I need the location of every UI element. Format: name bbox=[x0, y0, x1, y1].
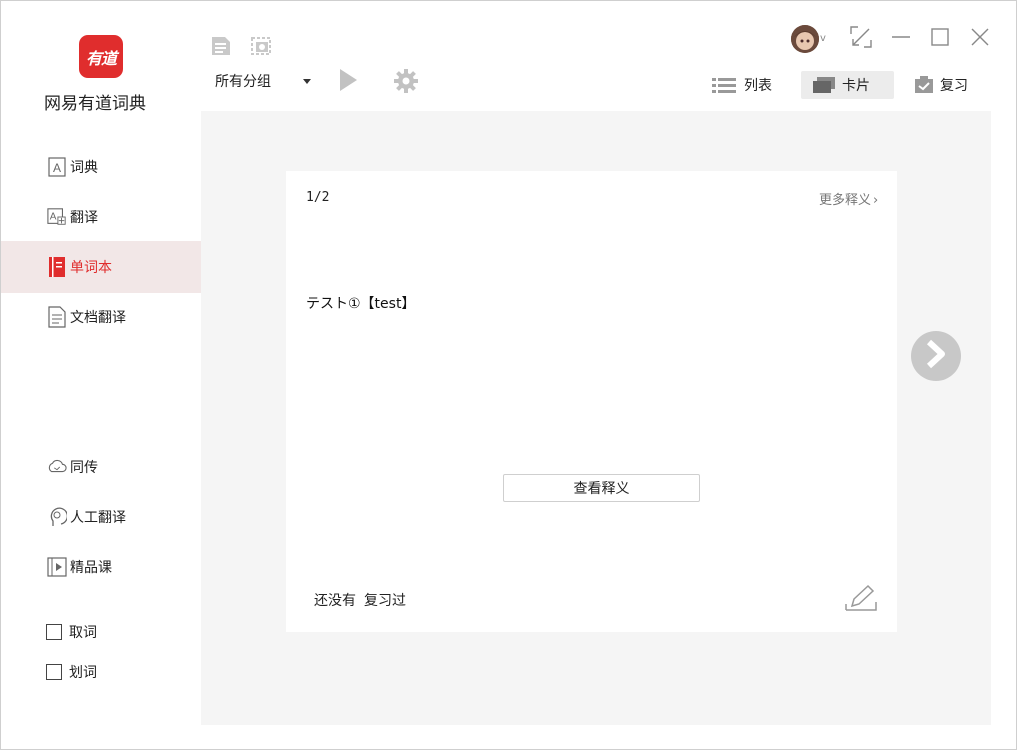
sidebar-item-label: 人工翻译 bbox=[70, 510, 126, 526]
review-button[interactable]: 复习 bbox=[914, 71, 968, 99]
sidebar-item-label: 文档翻译 bbox=[70, 310, 126, 326]
sidebar-item-wordbook[interactable]: 单词本 bbox=[1, 241, 201, 293]
avatar[interactable] bbox=[791, 25, 819, 53]
review-status-part2: 复习过 bbox=[364, 593, 406, 609]
sidebar-item-simultaneous[interactable]: 同传 bbox=[1, 442, 201, 492]
chevron-right-icon bbox=[924, 339, 948, 373]
wordbook-icon bbox=[47, 256, 67, 278]
close-icon[interactable] bbox=[968, 25, 992, 49]
course-icon bbox=[47, 556, 67, 578]
dictionary-icon: A bbox=[47, 156, 67, 178]
next-card-button[interactable] bbox=[911, 331, 961, 381]
word-pick-label: 取词 bbox=[69, 625, 97, 641]
screenshot-icon[interactable] bbox=[250, 34, 272, 56]
more-definitions-label: 更多释义 bbox=[819, 193, 872, 208]
simultaneous-interpret-icon bbox=[47, 456, 67, 478]
app-logo: 有道 bbox=[79, 35, 123, 78]
selection-lookup-label: 划词 bbox=[69, 665, 97, 681]
card-icon bbox=[812, 76, 836, 94]
app-title: 网易有道词典 bbox=[44, 94, 146, 114]
play-icon[interactable] bbox=[338, 68, 358, 92]
review-label: 复习 bbox=[940, 78, 968, 94]
word-pick-option[interactable]: 取词 bbox=[46, 622, 97, 642]
sidebar-item-label: 精品课 bbox=[70, 560, 112, 576]
gear-icon[interactable] bbox=[394, 69, 418, 93]
more-definitions-link[interactable]: 更多释义 › bbox=[819, 189, 878, 208]
card-counter: 1/2 bbox=[306, 190, 330, 205]
selection-lookup-checkbox[interactable] bbox=[46, 664, 62, 680]
human-translate-icon bbox=[47, 506, 67, 528]
minimize-icon[interactable] bbox=[889, 25, 913, 49]
word-pick-checkbox[interactable] bbox=[46, 624, 62, 640]
edit-icon[interactable] bbox=[844, 584, 878, 616]
sidebar-item-dictionary[interactable]: A 词典 bbox=[1, 142, 201, 192]
sidebar-item-human-translate[interactable]: 人工翻译 bbox=[1, 492, 201, 542]
sidebar-item-translate[interactable]: A 翻译 bbox=[1, 192, 201, 242]
group-select-value: 所有分组 bbox=[215, 74, 271, 90]
show-definition-button[interactable]: 查看释义 bbox=[503, 474, 700, 502]
selection-lookup-option[interactable]: 划词 bbox=[46, 662, 97, 682]
app-window: 有道 网易有道词典 A 词典 A 翻译 单词本 文档翻译 同传 人工翻译 精品课… bbox=[0, 0, 1017, 750]
maximize-icon[interactable] bbox=[928, 25, 952, 49]
document-translate-icon bbox=[47, 306, 67, 328]
sidebar-item-document-translate[interactable]: 文档翻译 bbox=[1, 292, 201, 342]
svg-text:A: A bbox=[53, 161, 61, 175]
sidebar-item-label: 词典 bbox=[70, 160, 98, 176]
review-icon bbox=[914, 76, 934, 94]
chevron-right-icon: › bbox=[873, 193, 879, 208]
sidebar-item-label: 翻译 bbox=[70, 210, 98, 226]
translate-icon: A bbox=[47, 206, 67, 228]
list-icon bbox=[712, 77, 736, 93]
review-status-part1: 还没有 bbox=[314, 593, 356, 609]
note-icon[interactable] bbox=[210, 35, 232, 57]
sidebar-item-label: 单词本 bbox=[70, 260, 112, 276]
list-view-button[interactable]: 列表 bbox=[712, 71, 772, 99]
sidebar-item-course[interactable]: 精品课 bbox=[1, 542, 201, 592]
svg-text:A: A bbox=[50, 212, 57, 223]
chevron-down-icon bbox=[303, 73, 311, 89]
card-view-label: 卡片 bbox=[842, 78, 870, 94]
list-view-label: 列表 bbox=[744, 78, 772, 94]
review-status: 还没有 复习过 bbox=[314, 590, 414, 610]
sidebar-item-label: 同传 bbox=[70, 460, 98, 476]
card-view-button[interactable]: 卡片 bbox=[801, 71, 894, 99]
flashcard bbox=[286, 171, 897, 632]
card-word: テスト①【test】 bbox=[306, 296, 416, 312]
group-select[interactable]: 所有分组 bbox=[215, 71, 311, 91]
restore-size-icon[interactable] bbox=[849, 25, 873, 49]
avatar-chevron-icon[interactable]: v bbox=[820, 33, 826, 44]
